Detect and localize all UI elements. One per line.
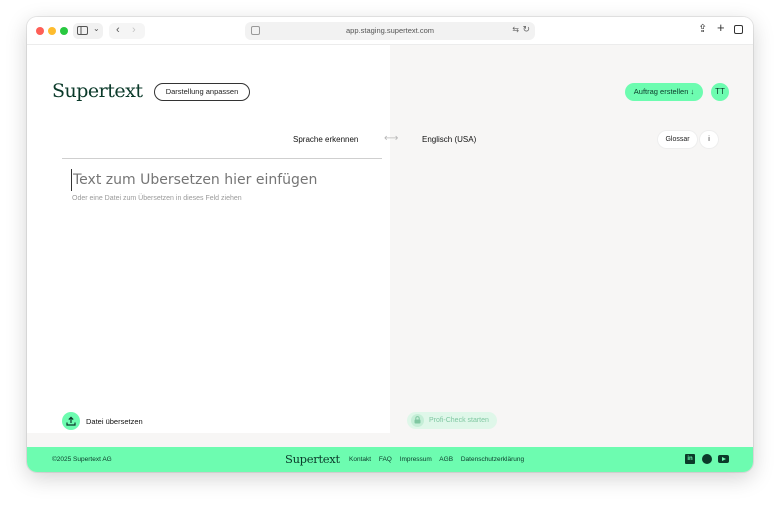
upload-file-label[interactable]: Datei übersetzen — [86, 417, 143, 426]
profi-check-label: Profi-Check starten — [429, 417, 489, 424]
info-button[interactable]: i — [700, 131, 718, 148]
minimize-window-button[interactable] — [48, 27, 56, 35]
footer-links: Kontakt FAQ Impressum AGB Datenschutzerk… — [349, 456, 530, 463]
history-navigation: ‹ › — [109, 23, 145, 39]
social-icon[interactable] — [702, 454, 712, 464]
tabs-overview-icon[interactable] — [734, 23, 746, 34]
lock-icon — [411, 414, 424, 427]
footer-link-faq[interactable]: FAQ — [379, 456, 392, 463]
create-order-button[interactable]: Auftrag erstellen ↓ — [625, 83, 703, 101]
sidebar-toggle-button[interactable]: ⌄ — [73, 23, 103, 39]
target-language-select[interactable]: Englisch (USA) — [422, 135, 476, 144]
profi-check-button[interactable]: Profi-Check starten — [407, 412, 497, 429]
maximize-window-button[interactable] — [60, 27, 68, 35]
language-divider — [62, 158, 382, 159]
back-icon[interactable]: ‹ — [116, 24, 120, 36]
new-tab-icon[interactable]: + — [717, 20, 725, 35]
avatar[interactable]: TT — [711, 83, 729, 101]
source-pane-bottom — [27, 433, 390, 447]
supertext-logo[interactable]: Supertext — [52, 80, 143, 102]
close-window-button[interactable] — [36, 27, 44, 35]
chevron-down-icon: ⌄ — [93, 24, 100, 33]
reload-icon[interactable]: ↻ — [522, 24, 530, 35]
translator-app: Supertext Darstellung anpassen Auftrag e… — [27, 45, 753, 472]
display-settings-button[interactable]: Darstellung anpassen — [154, 83, 250, 101]
forward-icon[interactable]: › — [132, 24, 136, 36]
glossary-button[interactable]: Glossar — [658, 131, 697, 148]
footer-logo[interactable]: Supertext — [285, 452, 340, 466]
footer: ©2025 Supertext AG Supertext Kontakt FAQ… — [27, 447, 753, 472]
target-pane — [390, 45, 753, 447]
upload-icon — [66, 416, 76, 426]
copyright-text: ©2025 Supertext AG — [52, 456, 112, 463]
url-text: app.staging.supertext.com — [346, 26, 434, 35]
footer-link-impressum[interactable]: Impressum — [400, 456, 432, 463]
browser-toolbar: ⌄ ‹ › app.staging.supertext.com ⇆ ↻ ⇪ + — [27, 17, 753, 45]
youtube-icon[interactable] — [718, 455, 729, 463]
footer-link-agb[interactable]: AGB — [439, 456, 453, 463]
linkedin-icon[interactable]: in — [685, 454, 695, 464]
share-icon[interactable]: ⇪ — [698, 22, 707, 35]
browser-window: ⌄ ‹ › app.staging.supertext.com ⇆ ↻ ⇪ + … — [27, 17, 753, 472]
source-text-input[interactable] — [71, 169, 371, 191]
address-bar[interactable]: app.staging.supertext.com ⇆ ↻ — [245, 22, 535, 40]
footer-link-kontakt[interactable]: Kontakt — [349, 456, 371, 463]
source-pane — [27, 45, 390, 433]
footer-link-datenschutz[interactable]: Datenschutzerklärung — [461, 456, 524, 463]
sidebar-icon — [77, 26, 88, 35]
swap-icon[interactable]: ⟷ — [384, 133, 398, 144]
source-language-select[interactable]: Sprache erkennen — [293, 135, 358, 144]
drop-file-hint: Oder eine Datei zum Übersetzen in dieses… — [72, 195, 242, 202]
translate-icon[interactable]: ⇆ — [512, 25, 519, 34]
upload-file-button[interactable] — [62, 412, 80, 430]
